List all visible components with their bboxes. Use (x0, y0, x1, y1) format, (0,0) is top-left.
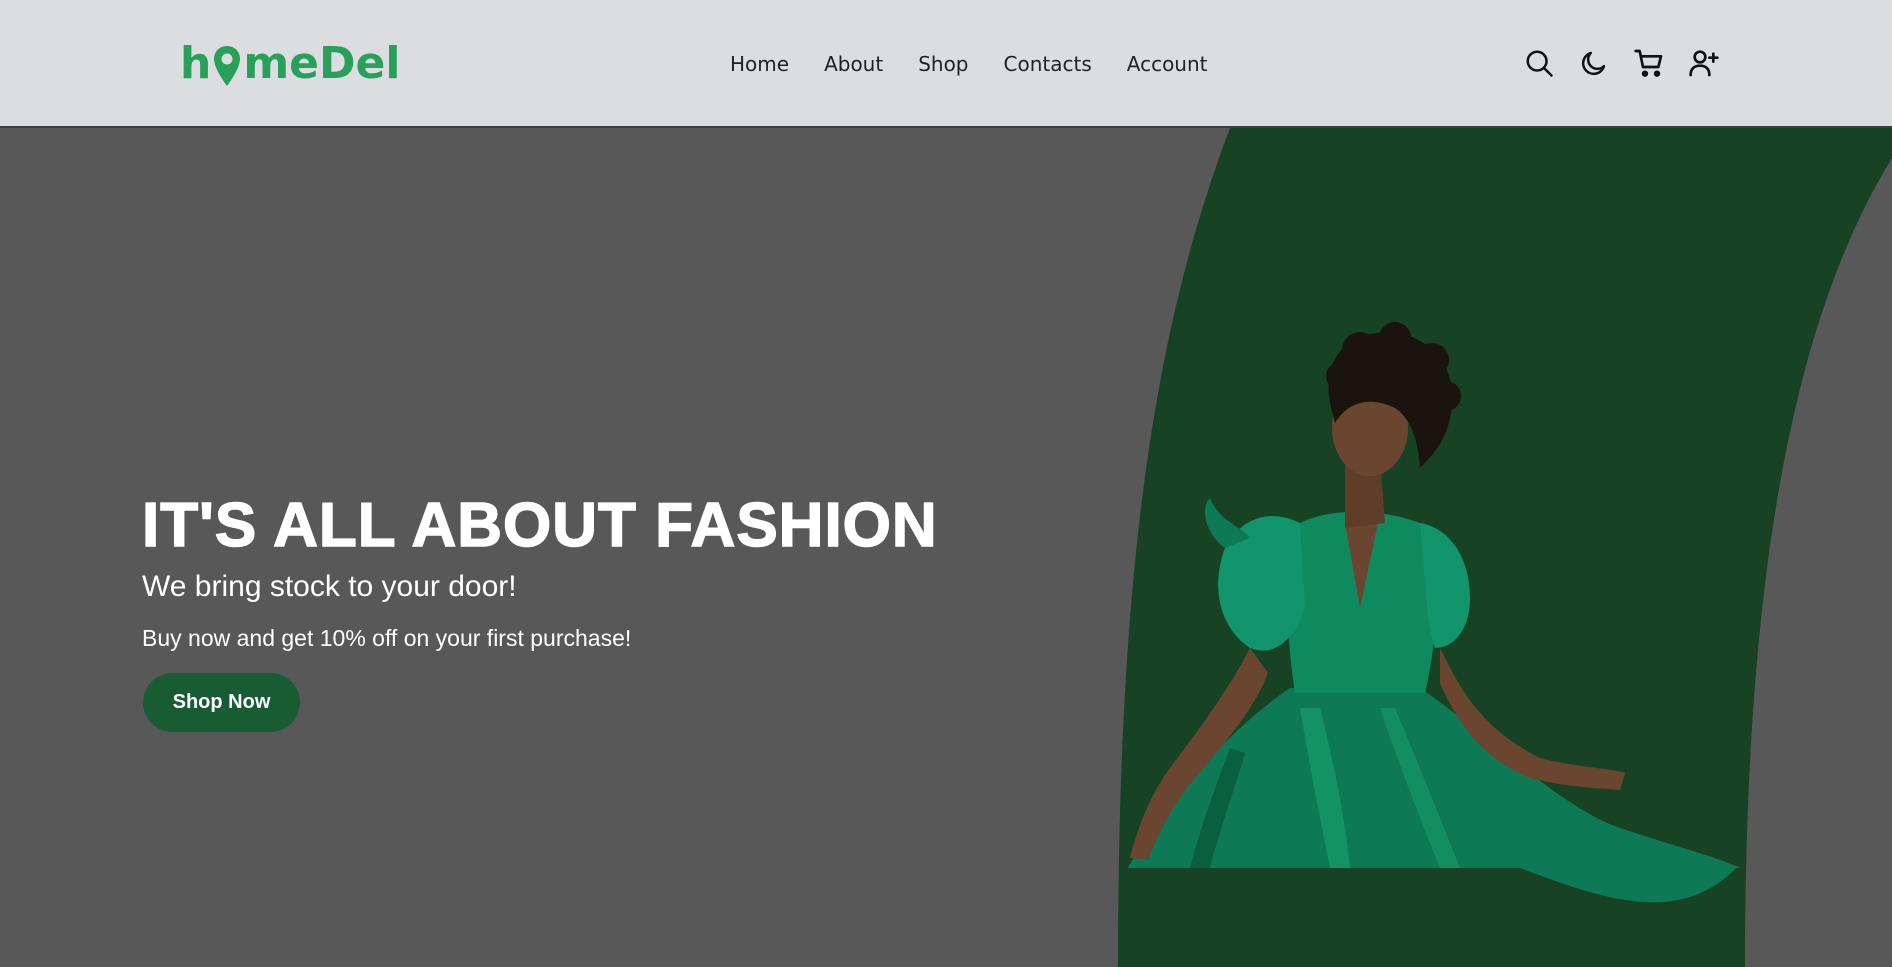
cart-icon[interactable] (1632, 46, 1666, 80)
hero-offer-text: Buy now and get 10% off on your first pu… (142, 625, 632, 651)
brand-logo[interactable]: h meDel (180, 37, 401, 90)
hero-title: IT'S ALL ABOUT FASHION (141, 490, 938, 561)
nav-link-account[interactable]: Account (1127, 48, 1208, 80)
nav-link-home[interactable]: Home (730, 48, 789, 80)
nav-link-about[interactable]: About (824, 48, 883, 80)
main-nav: Home About Shop Contacts Account (730, 48, 1243, 80)
logo-text-suffix: meDel (243, 37, 401, 89)
nav-icon-group (1522, 46, 1742, 80)
search-icon[interactable] (1522, 46, 1556, 80)
logo-text-prefix: h (180, 37, 212, 89)
nav-link-shop[interactable]: Shop (918, 48, 968, 80)
shop-now-button[interactable]: Shop Now (143, 673, 300, 732)
hero-subtitle: We bring stock to your door! (142, 570, 517, 603)
moon-icon[interactable] (1577, 46, 1611, 80)
navbar: h meDel Home About Shop Contacts Account (0, 0, 1892, 128)
map-pin-icon (212, 44, 242, 90)
user-plus-icon[interactable] (1687, 46, 1721, 80)
nav-link-contacts[interactable]: Contacts (1004, 48, 1092, 80)
